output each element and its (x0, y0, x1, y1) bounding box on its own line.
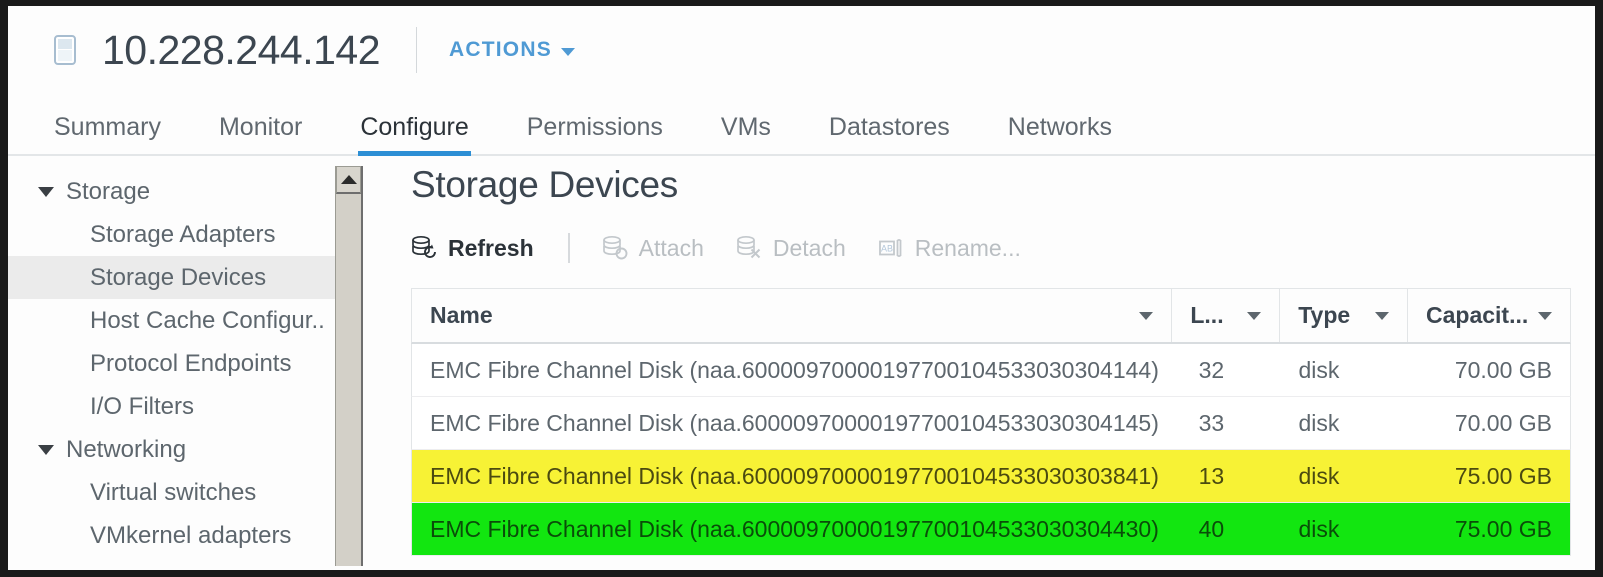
sidebar-item-virtual-switches[interactable]: Virtual switches (8, 471, 363, 514)
chevron-down-icon (560, 48, 575, 56)
tab-monitor[interactable]: Monitor (190, 113, 331, 154)
actions-button[interactable]: ACTIONS (449, 38, 575, 62)
vsphere-host-page: 10.228.244.142 ACTIONS Summary Monitor C… (8, 6, 1595, 570)
column-header-name[interactable]: Name (412, 289, 1173, 342)
chevron-down-icon (1139, 311, 1154, 320)
cell-type: disk (1298, 409, 1340, 436)
rename-button[interactable]: AB Rename... (878, 235, 1021, 262)
cell-name: EMC Fibre Channel Disk (naa.600009700001… (430, 515, 1159, 542)
sidebar-group-label: Storage (66, 177, 151, 205)
cell-lun: 33 (1198, 409, 1225, 436)
header-divider (416, 27, 417, 73)
attach-disk-icon (602, 235, 628, 260)
actions-label: ACTIONS (449, 38, 552, 61)
cell-type: disk (1298, 462, 1340, 489)
cell-name: EMC Fibre Channel Disk (naa.600009700001… (430, 462, 1159, 489)
chevron-down-icon (1247, 311, 1262, 320)
cell-capacity: 75.00 GB (1454, 515, 1552, 542)
refresh-label: Refresh (448, 234, 534, 261)
refresh-disk-icon (412, 235, 436, 258)
sidebar-group-label: Networking (66, 435, 187, 463)
scroll-up-arrow-icon (340, 175, 357, 184)
host-icon (54, 35, 76, 65)
attach-button[interactable]: Attach (602, 235, 704, 262)
cell-name: EMC Fibre Channel Disk (naa.600009700001… (430, 356, 1159, 383)
caret-down-icon (38, 186, 54, 197)
scroll-up-button[interactable] (336, 166, 361, 194)
refresh-button[interactable]: Refresh (411, 235, 534, 262)
toolbar-separator (567, 233, 570, 263)
sidebar-item-vmkernel-adapters[interactable]: VMkernel adapters (8, 514, 363, 557)
rename-icon: AB (878, 239, 902, 257)
svg-text:AB: AB (881, 243, 893, 253)
tab-bar: Summary Monitor Configure Permissions VM… (8, 94, 1595, 156)
cell-lun: 13 (1198, 462, 1225, 489)
settings-sidebar: Storage Storage Adapters Storage Devices… (8, 156, 363, 568)
cell-capacity: 75.00 GB (1454, 462, 1552, 489)
detach-label: Detach (772, 234, 846, 261)
table-header-row: Name L... Type Capacit... (411, 288, 1571, 344)
attach-label: Attach (638, 234, 704, 261)
cell-capacity: 70.00 GB (1454, 356, 1552, 383)
page-body: Storage Storage Adapters Storage Devices… (8, 156, 1595, 568)
tab-datastores[interactable]: Datastores (800, 113, 979, 154)
tab-networks[interactable]: Networks (979, 113, 1141, 154)
sidebar-group-storage[interactable]: Storage (8, 170, 363, 213)
cell-type: disk (1298, 515, 1340, 542)
page-title-host: 10.228.244.142 (102, 26, 381, 73)
tab-summary[interactable]: Summary (54, 113, 190, 154)
cell-lun: 32 (1198, 356, 1225, 383)
cell-type: disk (1298, 356, 1340, 383)
cell-lun: 40 (1198, 515, 1225, 542)
sidebar-group-networking[interactable]: Networking (8, 428, 363, 471)
content-pane: Storage Devices Refresh Attach Detach AB… (363, 156, 1595, 568)
chevron-down-icon (1375, 311, 1389, 320)
section-title: Storage Devices (411, 164, 678, 205)
tab-vms[interactable]: VMs (692, 113, 800, 154)
sidebar-item-io-filters[interactable]: I/O Filters (8, 385, 363, 428)
table-row[interactable]: EMC Fibre Channel Disk (naa.600009700001… (411, 397, 1571, 450)
caret-down-icon (38, 444, 54, 455)
tab-permissions[interactable]: Permissions (498, 113, 692, 154)
cell-name: EMC Fibre Channel Disk (naa.600009700001… (430, 409, 1159, 436)
tab-configure[interactable]: Configure (331, 113, 497, 156)
sidebar-item-storage-devices[interactable]: Storage Devices (8, 256, 363, 299)
cell-capacity: 70.00 GB (1454, 409, 1552, 436)
page-header: 10.228.244.142 ACTIONS (8, 6, 1595, 94)
table-toolbar: Refresh Attach Detach AB Rename... (411, 228, 1595, 268)
sidebar-item-host-cache-configuration[interactable]: Host Cache Configur.. (8, 299, 363, 342)
column-header-lun[interactable]: L... (1172, 289, 1281, 342)
column-header-capacity[interactable]: Capacit... (1408, 289, 1570, 342)
table-row[interactable]: EMC Fibre Channel Disk (naa.600009700001… (411, 344, 1571, 397)
table-row[interactable]: EMC Fibre Channel Disk (naa.600009700001… (411, 503, 1571, 556)
sidebar-item-protocol-endpoints[interactable]: Protocol Endpoints (8, 342, 363, 385)
chevron-down-icon (1538, 311, 1552, 320)
detach-button[interactable]: Detach (736, 235, 846, 262)
column-header-type[interactable]: Type (1280, 289, 1408, 342)
scrollbar-track[interactable] (336, 194, 361, 564)
sidebar-scrollbar[interactable] (335, 166, 363, 566)
sidebar-item-storage-adapters[interactable]: Storage Adapters (8, 213, 363, 256)
detach-disk-icon (737, 235, 761, 259)
rename-label: Rename... (914, 234, 1021, 261)
table-row[interactable]: EMC Fibre Channel Disk (naa.600009700001… (411, 450, 1571, 503)
storage-devices-table: Name L... Type Capacit... EMC Fibre Chan… (411, 288, 1571, 556)
